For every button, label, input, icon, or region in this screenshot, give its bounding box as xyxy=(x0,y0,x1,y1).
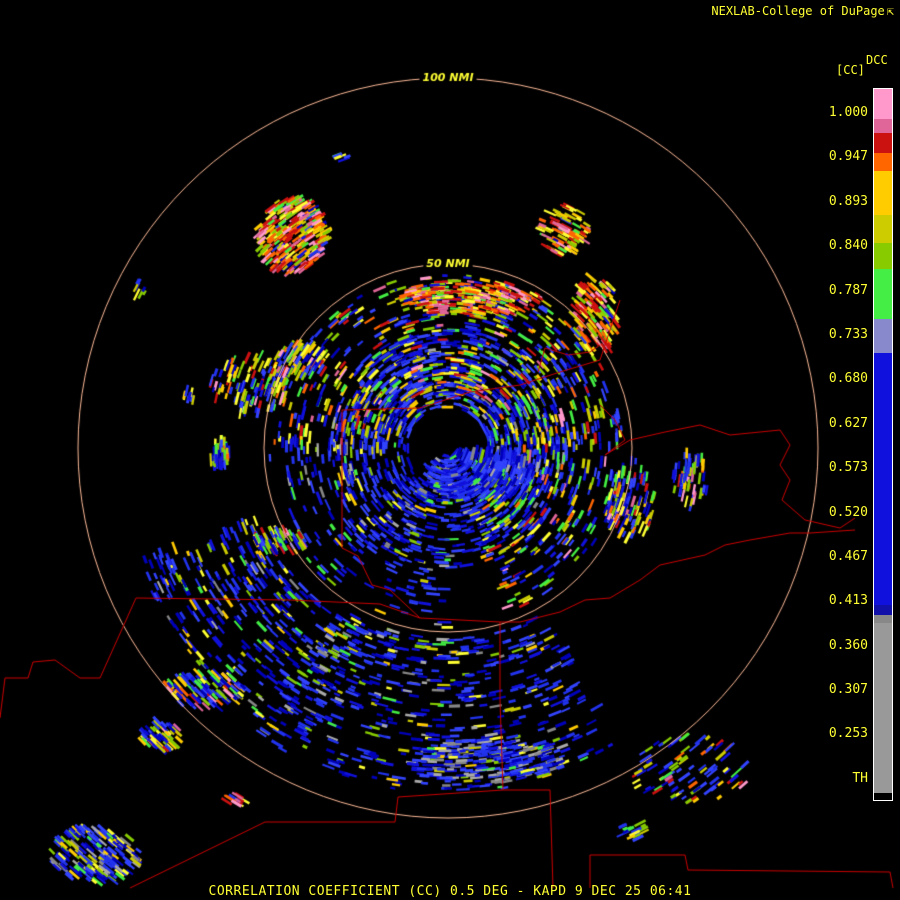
colorbar-unit-label: [CC] xyxy=(836,63,865,77)
colorbar-tick-label: 0.520 xyxy=(828,505,868,520)
colorbar-tick-label: 1.000 xyxy=(828,105,868,120)
colorbar-segment xyxy=(874,215,892,243)
credit-link[interactable]: NEXLAB-College of DuPage ⇱ xyxy=(711,4,894,18)
product-caption: CORRELATION COEFFICIENT (CC) 0.5 DEG - K… xyxy=(208,884,692,899)
colorbar-tick-label: 0.627 xyxy=(828,416,868,431)
colorbar-product-label: DCC xyxy=(866,53,888,67)
colorbar-tick-label: 0.307 xyxy=(828,682,868,697)
colorbar-tick-label: 0.840 xyxy=(828,238,868,253)
colorbar-tick-label: 0.680 xyxy=(828,371,868,386)
colorbar-segment xyxy=(874,171,892,215)
credit-text: NEXLAB-College of DuPage xyxy=(711,4,885,18)
colorbar-segment xyxy=(874,119,892,133)
colorbar-segment xyxy=(874,153,892,171)
colorbar-segment xyxy=(874,615,892,623)
colorbar-tick-label: 0.893 xyxy=(828,194,868,209)
colorbar-tick-label: 0.947 xyxy=(828,149,868,164)
colorbar-segment xyxy=(874,793,892,800)
colorbar xyxy=(873,88,893,801)
colorbar-segment xyxy=(874,605,892,615)
external-link-icon: ⇱ xyxy=(886,4,894,18)
colorbar-segment xyxy=(874,623,892,793)
colorbar-segment xyxy=(874,89,892,119)
colorbar-segment xyxy=(874,353,892,605)
colorbar-segment xyxy=(874,243,892,269)
colorbar-tick-label: 0.467 xyxy=(828,549,868,564)
colorbar-tick-label: 0.787 xyxy=(828,283,868,298)
colorbar-tick-label: 0.413 xyxy=(828,593,868,608)
colorbar-tick-label: 0.573 xyxy=(828,460,868,475)
colorbar-segment xyxy=(874,269,892,319)
colorbar-segment xyxy=(874,133,892,153)
colorbar-tick-label: 0.253 xyxy=(828,726,868,741)
colorbar-tick-label: TH xyxy=(852,771,868,786)
colorbar-tick-label: 0.360 xyxy=(828,638,868,653)
colorbar-segment xyxy=(874,319,892,353)
radar-display xyxy=(0,0,900,900)
colorbar-tick-label: 0.733 xyxy=(828,327,868,342)
